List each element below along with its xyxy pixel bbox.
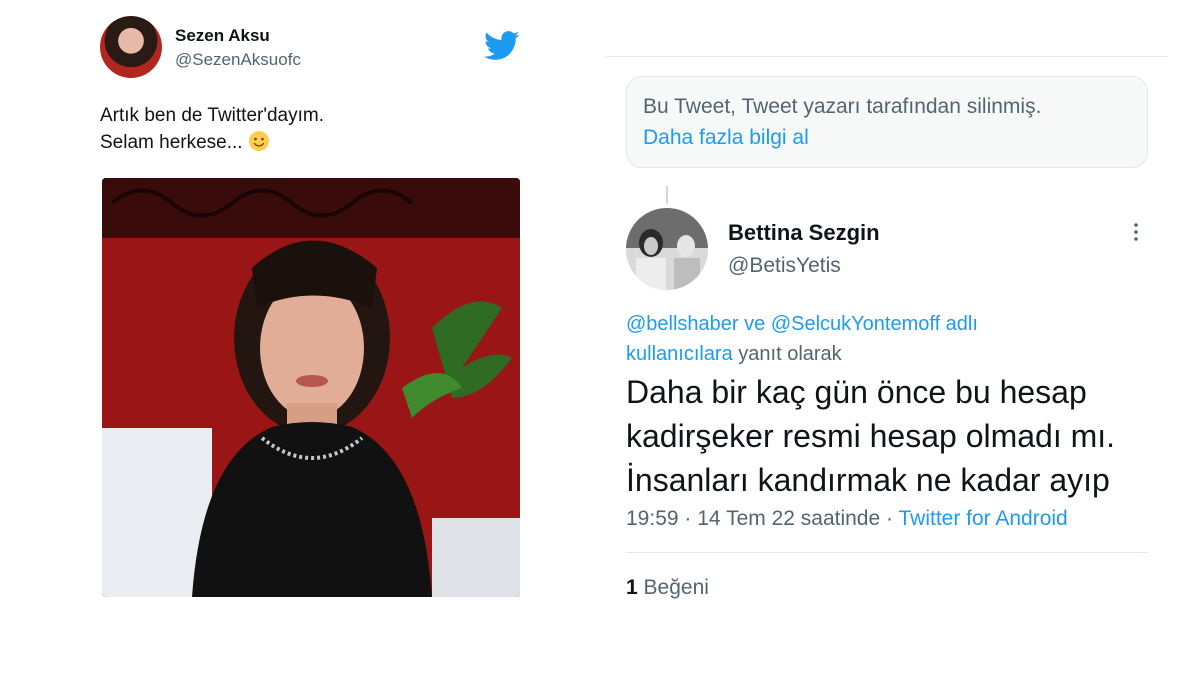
author-name[interactable]: Sezen Aksu	[175, 26, 270, 46]
meta-separator: ·	[684, 507, 692, 530]
tweet-line-2: Selam herkese...	[100, 129, 324, 156]
divider	[606, 56, 1167, 57]
avatar-photo	[626, 208, 708, 290]
divider	[626, 552, 1148, 553]
author-handle[interactable]: @SezenAksuofc	[175, 50, 301, 70]
left-tweet-card: Sezen Aksu @SezenAksuofc Artık ben de Tw…	[100, 14, 520, 634]
tweet-line-2-text: Selam herkese...	[100, 132, 243, 153]
replying-to: @bellshaber ve @SelcukYontemoff adlı kul…	[626, 309, 1066, 369]
replying-to-suffix: yanıt olarak	[738, 343, 842, 365]
slightly-smiling-face-icon	[248, 131, 269, 151]
tweet-line-1: Artık ben de Twitter'dayım.	[100, 105, 324, 126]
tweet-date[interactable]: 14 Tem 22 saatinde	[697, 507, 880, 530]
avatar[interactable]	[100, 16, 162, 78]
tweet-text: Daha bir kaç gün önce bu hesap kadirşeke…	[626, 374, 1116, 498]
more-options-icon[interactable]	[1124, 220, 1148, 244]
likes-count[interactable]: 1 Beğeni	[626, 576, 709, 600]
thread-connector	[666, 186, 668, 204]
author-name[interactable]: Bettina Sezgin	[728, 220, 880, 246]
tweet-photo[interactable]	[102, 178, 520, 597]
meta-separator: ·	[886, 507, 894, 530]
deleted-tweet-notice: Bu Tweet, Tweet yazarı tarafından silinm…	[626, 76, 1148, 168]
avatar[interactable]	[626, 208, 708, 290]
twitter-bird-icon	[484, 31, 520, 60]
portrait-image	[102, 178, 520, 597]
right-tweet-card: Bu Tweet, Tweet yazarı tarafından silinm…	[606, 0, 1168, 675]
like-count-number: 1	[626, 576, 638, 599]
tweet-meta: 19:59 · 14 Tem 22 saatinde · Twitter for…	[626, 507, 1068, 531]
tweet-source[interactable]: Twitter for Android	[898, 507, 1067, 530]
learn-more-link[interactable]: Daha fazla bilgi al	[643, 126, 809, 150]
deleted-notice-text: Bu Tweet, Tweet yazarı tarafından silinm…	[643, 95, 1042, 118]
tweet-text: Artık ben de Twitter'dayım. Selam herkes…	[100, 102, 324, 156]
tweet-time[interactable]: 19:59	[626, 507, 679, 530]
author-handle[interactable]: @BetisYetis	[728, 254, 841, 278]
like-label: Beğeni	[643, 576, 709, 599]
